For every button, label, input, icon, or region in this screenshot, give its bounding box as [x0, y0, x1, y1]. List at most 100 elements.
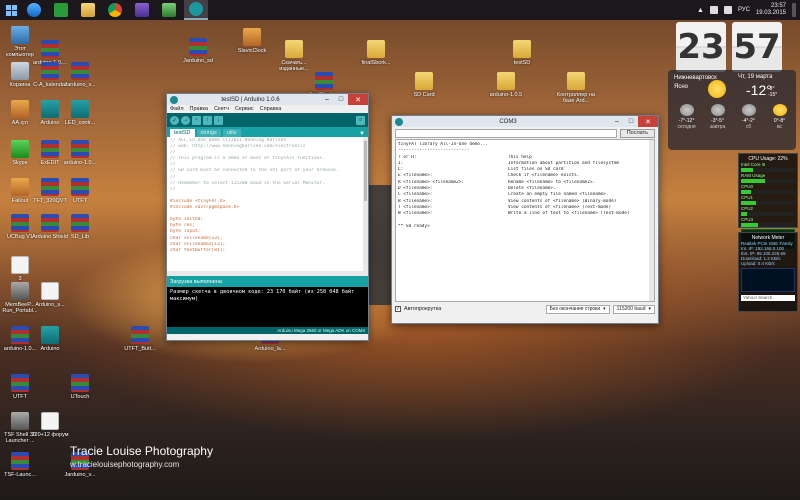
desktop-icon-label: Arduino: [40, 346, 60, 352]
editor-scrollbar[interactable]: [363, 137, 368, 271]
taskbar-task-manager[interactable]: [157, 0, 181, 20]
line-ending-select[interactable]: Без окончания строки ▾: [545, 304, 610, 314]
desktop-icon[interactable]: arduino-1.0...: [60, 140, 100, 166]
ard-icon: [41, 326, 59, 344]
maximize-button[interactable]: □: [624, 116, 638, 127]
weather-gadget[interactable]: Нижневартовск Ясно Чт, 19 марта -12° -3°…: [668, 70, 796, 150]
desktop-icon[interactable]: UTFT: [0, 374, 40, 400]
ide-toolbar: ✓ → ▫ ↑ ↓ ⌕: [167, 113, 368, 127]
board-info: Arduino Mega 2560 or Mega ADK on COM3: [167, 327, 368, 334]
forecast-day: -3°-5° завтра: [703, 104, 732, 130]
open-button[interactable]: ↑: [203, 115, 212, 125]
cpu-gadget[interactable]: CPU Usage: 22% Intel Core i5 RAM Usage CPU…: [738, 153, 798, 249]
cpu-label: RAM Usage: [741, 173, 766, 178]
desktop-icon-label: UTFT: [12, 394, 28, 400]
yahoo-search-box[interactable]: Yahoo! Search: [741, 295, 795, 301]
desktop-icon[interactable]: testSD: [502, 40, 542, 66]
tray-expand-icon[interactable]: ▲: [697, 7, 704, 14]
taskbar-video[interactable]: [130, 0, 154, 20]
tray-clock[interactable]: 23:57 19.03.2015: [756, 3, 786, 17]
maximize-button[interactable]: □: [334, 94, 348, 105]
show-desktop-button[interactable]: [792, 3, 796, 17]
photo-watermark: Tracie Louise Photography w.tracielouise…: [70, 444, 213, 469]
weather-city: Нижневартовск: [674, 75, 717, 81]
desktop-icon[interactable]: UTFT_Butt...: [120, 326, 160, 352]
desktop-icon[interactable]: Arduino_s...: [30, 282, 70, 308]
serial-input[interactable]: [395, 128, 617, 138]
language-indicator[interactable]: РУС: [738, 7, 750, 13]
taskbar: ▲ РУС 23:57 19.03.2015: [0, 0, 800, 20]
menu-edit[interactable]: Правка: [190, 106, 209, 112]
serial-titlebar[interactable]: COM3 – □ ✕: [392, 116, 658, 127]
rar-icon: [315, 72, 333, 90]
desktop-icon[interactable]: Jarduino_sd: [178, 38, 218, 64]
desktop-icon[interactable]: finalSbork...: [356, 40, 396, 66]
minimize-button[interactable]: –: [610, 116, 624, 127]
desktop-icon-label: UTouch: [70, 394, 90, 400]
network-icon[interactable]: [709, 6, 718, 14]
serial-output[interactable]: tinyFAT library All-In-One demo... ------…: [395, 139, 655, 302]
ide-titlebar[interactable]: testSD | Arduino 1.0.6 – □ ✕: [167, 94, 368, 105]
clock-gadget[interactable]: 23 57: [676, 22, 782, 72]
taskbar-chrome[interactable]: [103, 0, 127, 20]
tab-utils[interactable]: utils: [222, 129, 241, 137]
start-button[interactable]: [0, 0, 22, 20]
status-bar: Загрузка выполнена: [167, 276, 368, 287]
taskbar-store[interactable]: [49, 0, 73, 20]
rar-icon: [71, 214, 89, 232]
minimize-button[interactable]: –: [320, 94, 334, 105]
rar-icon: [41, 178, 59, 196]
verify-button[interactable]: ✓: [170, 115, 179, 125]
taskbar-ie[interactable]: [22, 0, 46, 20]
new-button[interactable]: ▫: [192, 115, 201, 125]
menu-file[interactable]: Файл: [170, 106, 184, 112]
sun-icon: [772, 104, 787, 116]
desktop-icon[interactable]: TSF-Launc...: [0, 452, 40, 478]
desktop-icon[interactable]: SD_Lib: [60, 214, 100, 240]
desktop-icon[interactable]: SD Card: [404, 72, 444, 98]
send-button[interactable]: Послать: [619, 128, 655, 138]
cpu-bar: [741, 190, 795, 194]
baud-select[interactable]: 115200 baud ▾: [612, 304, 655, 314]
desktop-icon[interactable]: Контроллер на базе Ard...: [556, 72, 596, 104]
code-editor[interactable]: // ALL_In_One_Demo (C)2011 Henning Karls…: [167, 137, 368, 271]
serial-footer: ✓ Автопрокрутка Без окончания строки ▾ 11…: [392, 302, 658, 316]
task-manager-icon: [162, 3, 176, 17]
menu-help[interactable]: Справка: [260, 106, 282, 112]
chrome-icon: [108, 3, 122, 17]
menu-sketch[interactable]: Скетч: [214, 106, 229, 112]
serial-scrollbar[interactable]: [649, 140, 654, 301]
rar-icon: [11, 214, 29, 232]
desktop-icon[interactable]: 3: [0, 256, 40, 282]
desktop-icon[interactable]: arduino-1.0.5: [486, 72, 526, 98]
desktop-icon[interactable]: UTFT: [60, 178, 100, 204]
desktop-icon[interactable]: Arduino: [30, 326, 70, 352]
desktop-icon[interactable]: Jarduino_v...: [60, 62, 100, 88]
close-button[interactable]: ✕: [638, 116, 658, 127]
menu-tools[interactable]: Сервис: [235, 106, 254, 112]
save-button[interactable]: ↓: [214, 115, 223, 125]
serial-monitor-button[interactable]: ⌕: [356, 115, 365, 125]
desktop-icon[interactable]: Скачать... изданные...: [274, 40, 314, 72]
forecast-day-label: завтра: [709, 124, 726, 130]
network-gadget[interactable]: Network Meter Realtek PCIe GBE Family Int…: [738, 232, 798, 312]
desktop-icon-label: Arduino_la...: [254, 346, 286, 352]
store-icon: [54, 3, 68, 17]
tab-testsd[interactable]: testSD: [170, 129, 195, 137]
taskbar-arduino[interactable]: [184, 0, 208, 20]
upload-button[interactable]: →: [181, 115, 190, 125]
desktop-icon[interactable]: 220+12 форум: [30, 412, 70, 438]
desktop-icon-label: SD_Lib: [70, 234, 90, 240]
autoscroll-checkbox[interactable]: ✓: [395, 306, 401, 312]
close-button[interactable]: ✕: [348, 94, 368, 105]
taskbar-explorer[interactable]: [76, 0, 100, 20]
volume-icon[interactable]: [723, 6, 732, 14]
desktop-icon[interactable]: UTouch: [60, 374, 100, 400]
tab-strings[interactable]: strings: [196, 129, 221, 137]
desktop-icon[interactable]: LED_contr...: [60, 100, 100, 126]
ard-icon: [71, 100, 89, 118]
desktop-icon[interactable]: SlavicClock: [232, 28, 272, 54]
rar-icon: [41, 40, 59, 58]
chevron-down-icon: ▾: [648, 306, 651, 312]
folder-icon: [415, 72, 433, 90]
